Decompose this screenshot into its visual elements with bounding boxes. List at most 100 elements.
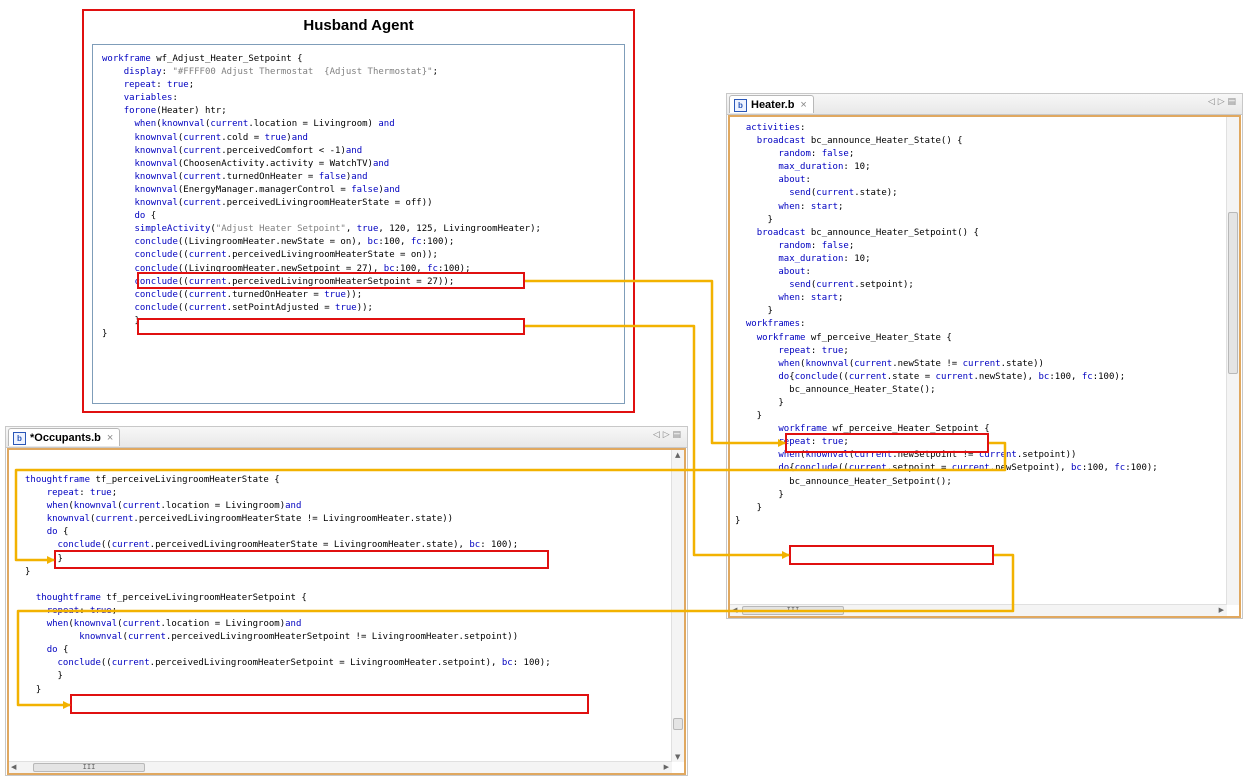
occupants-code-line: conclude((current.perceivedLivingroomHea… (57, 658, 551, 669)
husband-code-line: knownval(EnergyManager.managerControl = … (134, 184, 401, 195)
heater-code-line: workframes: (745, 319, 806, 330)
thumb-grip: III (82, 763, 96, 771)
heater-code-line: max_duration: 10; (778, 162, 871, 173)
heater-code-line: } (735, 214, 773, 225)
heater-code: activities: broadcast bc_announce_Heater… (735, 122, 1158, 528)
occupants-hscroll-thumb[interactable]: III (33, 763, 145, 772)
file-b-icon: b (734, 98, 747, 112)
highlight-perceive-state (54, 550, 549, 569)
heater-code-line: activities: (745, 123, 806, 133)
occupants-code-line: thoughtframe tf_perceiveLivingroomHeater… (35, 592, 307, 603)
heater-hscroll-thumb[interactable]: III (742, 606, 844, 615)
highlight-bc-announce-state (785, 433, 989, 453)
occupants-code-line: repeat: true; (46, 605, 118, 616)
heater-code-line: about: (778, 267, 811, 278)
occupants-code-line: do { (46, 645, 69, 656)
heater-code-area[interactable]: activities: broadcast bc_announce_Heater… (728, 115, 1241, 618)
husband-code-line: variables: (123, 93, 178, 104)
heater-code-line: when: start; (778, 201, 844, 212)
heater-code-line: repeat: true; (778, 345, 849, 356)
file-b-icon: b (13, 431, 26, 445)
heater-vertical-scrollbar[interactable] (1226, 117, 1239, 605)
occupants-code-line: } (25, 671, 63, 682)
heater-code-line: } (735, 515, 741, 526)
occupants-tabbar: b *Occupants.b × ◁ ▷ ▤ (6, 427, 687, 448)
husband-code-line: conclude((current.perceivedLivingroomHea… (134, 250, 438, 261)
scroll-down-icon[interactable]: ▼ (675, 753, 680, 761)
scroll-left-icon[interactable]: ◀ (11, 763, 16, 771)
husband-code-line: workframe wf_Adjust_Heater_Setpoint { (102, 54, 303, 64)
heater-code-line: } (735, 502, 763, 513)
heater-vscroll-thumb[interactable] (1228, 212, 1238, 374)
heater-code-line: bc_announce_Heater_Setpoint(); (735, 476, 952, 487)
occupants-code-line: repeat: true; (46, 488, 118, 499)
scroll-left-icon[interactable]: ◀ (732, 606, 737, 614)
husband-code-line: knownval(current.cold = true)and (134, 132, 308, 143)
tab-navigation-icon[interactable]: ◁ ▷ ▤ (653, 430, 681, 440)
heater-code-line: do{conclude((current.setpoint = current.… (778, 463, 1158, 474)
heater-code-line: when(knownval(current.newState != curren… (778, 358, 1044, 369)
husband-code: workframe wf_Adjust_Heater_Setpoint { di… (102, 53, 541, 341)
occupants-code-line: when(knownval(current.location = Livingr… (46, 501, 302, 512)
occupants-code-line: when(knownval(current.location = Livingr… (46, 619, 302, 630)
husband-code-line: conclude((current.turnedOnHeater = true)… (134, 289, 363, 300)
husband-code-box: workframe wf_Adjust_Heater_Setpoint { di… (92, 44, 625, 404)
occupants-code-line (25, 579, 551, 592)
heater-code-line: } (735, 489, 784, 500)
husband-code-line: knownval(current.perceivedComfort < -1)a… (134, 145, 363, 156)
husband-code-line: knownval(current.perceivedLivingroomHeat… (134, 198, 433, 209)
heater-editor-window: b Heater.b × ◁ ▷ ▤ activities: broadcast b… (726, 93, 1243, 619)
heater-code-line: } (735, 397, 784, 408)
highlight-conclude-setpoint (137, 318, 525, 335)
occupants-vscroll-thumb[interactable] (673, 718, 683, 730)
tab-occupants-file[interactable]: b *Occupants.b × (8, 428, 121, 446)
occupants-code-area[interactable]: thoughtframe tf_perceiveLivingroomHeater… (7, 448, 686, 775)
occupants-code-line: do { (46, 527, 69, 538)
occupants-vertical-scrollbar[interactable]: ▲ ▼ (671, 450, 684, 762)
occupants-code: thoughtframe tf_perceiveLivingroomHeater… (25, 474, 551, 697)
occupants-editor-window: b *Occupants.b × ◁ ▷ ▤ thoughtframe tf_per… (5, 426, 688, 776)
tab-heater-label: Heater.b (751, 99, 795, 111)
heater-code-line: send(current.setpoint); (789, 280, 914, 291)
heater-code-line: } (735, 411, 763, 422)
husband-code-line: when(knownval(current.location = Livingr… (134, 119, 395, 130)
husband-code-line: do { (134, 211, 157, 222)
scroll-up-icon[interactable]: ▲ (675, 451, 680, 459)
heater-code-line: broadcast bc_announce_Heater_State() { (756, 136, 963, 147)
husband-code-line: repeat: true; (123, 80, 195, 91)
occupants-code-line: knownval(current.perceivedLivingroomHeat… (79, 632, 519, 643)
husband-code-line: display: "#FFFF00 Adjust Thermostat {Adj… (123, 67, 438, 78)
occupants-horizontal-scrollbar[interactable]: ◀ III ▶ (9, 761, 672, 773)
highlight-perceive-setpoint (70, 694, 589, 714)
heater-code-line: broadcast bc_announce_Heater_Setpoint() … (756, 227, 979, 238)
tab-occupants-label: *Occupants.b (30, 432, 101, 444)
occupants-code-line: thoughtframe tf_perceiveLivingroomHeater… (25, 475, 280, 485)
heater-code-line: bc_announce_Heater_State(); (735, 384, 936, 395)
heater-horizontal-scrollbar[interactable]: ◀ III ▶ (730, 604, 1227, 616)
close-icon[interactable]: × (800, 99, 806, 111)
heater-code-line: max_duration: 10; (778, 253, 871, 264)
husband-code-line: simpleActivity("Adjust Heater Setpoint",… (134, 224, 541, 235)
tab-navigation-icon[interactable]: ◁ ▷ ▤ (1208, 97, 1236, 107)
husband-agent-title: Husband Agent (303, 17, 414, 34)
heater-code-line: send(current.state); (789, 188, 898, 199)
heater-code-line: do{conclude((current.state = current.new… (778, 371, 1126, 382)
heater-code-line: random: false; (778, 149, 855, 160)
thumb-grip: III (786, 606, 800, 614)
highlight-conclude-newstate (137, 272, 525, 289)
scroll-right-icon[interactable]: ▶ (664, 763, 669, 771)
heater-code-line: workframe wf_perceive_Heater_State { (756, 332, 952, 343)
husband-code-line: knownval(ChoosenActivity.activity = Watc… (134, 158, 390, 169)
tab-heater-file[interactable]: b Heater.b × (729, 95, 814, 113)
heater-code-line: about: (778, 175, 811, 186)
close-icon[interactable]: × (107, 432, 113, 444)
heater-tabbar: b Heater.b × ◁ ▷ ▤ (727, 94, 1242, 115)
husband-code-line: conclude((current.setPointAdjusted = tru… (134, 302, 373, 313)
heater-code-line: random: false; (778, 240, 855, 251)
husband-code-line: knownval(current.turnedOnHeater = false)… (134, 171, 368, 182)
husband-code-line: forone(Heater) htr; (123, 106, 227, 117)
heater-code-line: when: start; (778, 293, 844, 304)
scroll-right-icon[interactable]: ▶ (1219, 606, 1224, 614)
highlight-bc-announce-setpoint (789, 545, 994, 565)
husband-agent-panel: Husband Agent workframe wf_Adjust_Heater… (82, 9, 635, 413)
